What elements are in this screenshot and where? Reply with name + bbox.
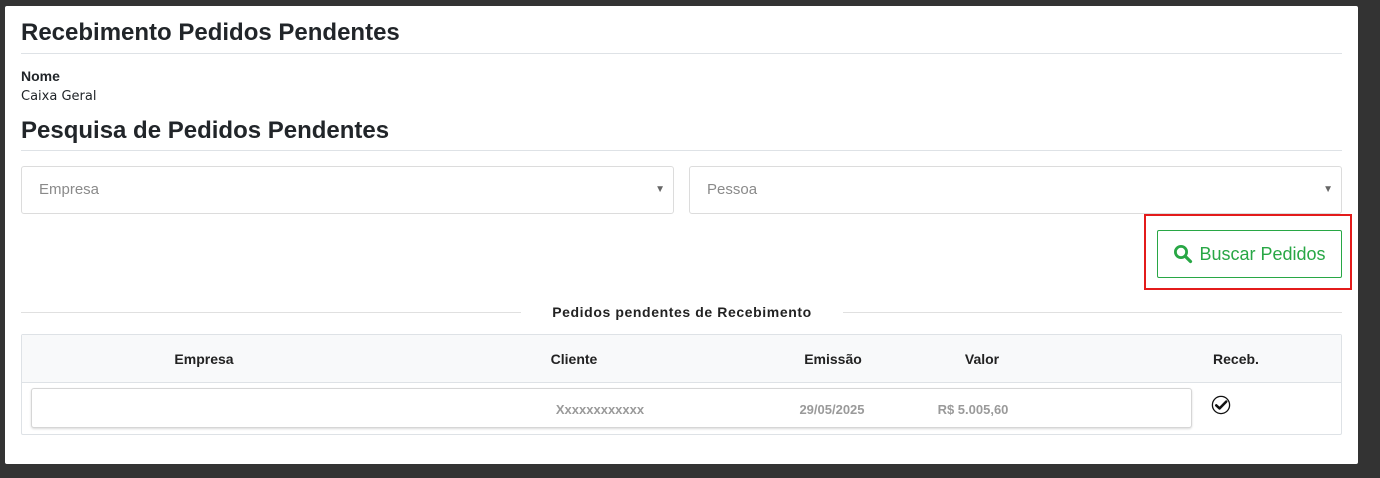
nome-label: Nome xyxy=(21,68,60,84)
search-title-divider xyxy=(21,150,1342,151)
title-divider xyxy=(21,53,1342,54)
column-header-emissao: Emissão xyxy=(804,351,862,367)
section-divider-line-right xyxy=(843,312,1342,313)
column-header-cliente: Cliente xyxy=(550,351,598,367)
buscar-pedidos-label: Buscar Pedidos xyxy=(1199,243,1326,264)
column-header-empresa: Empresa xyxy=(174,351,234,367)
cell-valor: R$ 5.005,60 xyxy=(937,402,1009,417)
caret-down-icon: ▼ xyxy=(655,184,665,195)
page-title: Recebimento Pedidos Pendentes xyxy=(21,19,400,46)
pessoa-select[interactable]: Pessoa ▼ xyxy=(689,166,1342,214)
section-divider-text: Pedidos pendentes de Recebimento xyxy=(552,304,812,320)
column-header-valor: Valor xyxy=(964,351,1000,367)
search-section-title: Pesquisa de Pedidos Pendentes xyxy=(21,117,390,144)
main-panel: Recebimento Pedidos Pendentes Nome Caixa… xyxy=(5,6,1358,464)
search-icon xyxy=(1174,245,1193,264)
caret-down-icon: ▼ xyxy=(1323,184,1333,195)
pedidos-table: Empresa Cliente Emissão Valor Receb. Xxx… xyxy=(21,334,1342,435)
buscar-pedidos-button[interactable]: Buscar Pedidos xyxy=(1157,230,1342,278)
section-divider-line-left xyxy=(21,312,521,313)
empresa-select[interactable]: Empresa ▼ xyxy=(21,166,674,214)
nome-value: Caixa Geral xyxy=(21,89,97,104)
cell-emissao: 29/05/2025 xyxy=(799,402,865,417)
empresa-select-placeholder: Empresa xyxy=(39,181,100,198)
cell-cliente: Xxxxxxxxxxxx xyxy=(555,402,645,417)
column-header-receb: Receb. xyxy=(1213,351,1259,367)
table-row[interactable]: Xxxxxxxxxxxx 29/05/2025 R$ 5.005,60 xyxy=(31,388,1192,428)
pessoa-select-placeholder: Pessoa xyxy=(707,181,758,198)
table-header: Empresa Cliente Emissão Valor Receb. xyxy=(22,335,1341,383)
check-circle-icon[interactable] xyxy=(1211,395,1231,415)
